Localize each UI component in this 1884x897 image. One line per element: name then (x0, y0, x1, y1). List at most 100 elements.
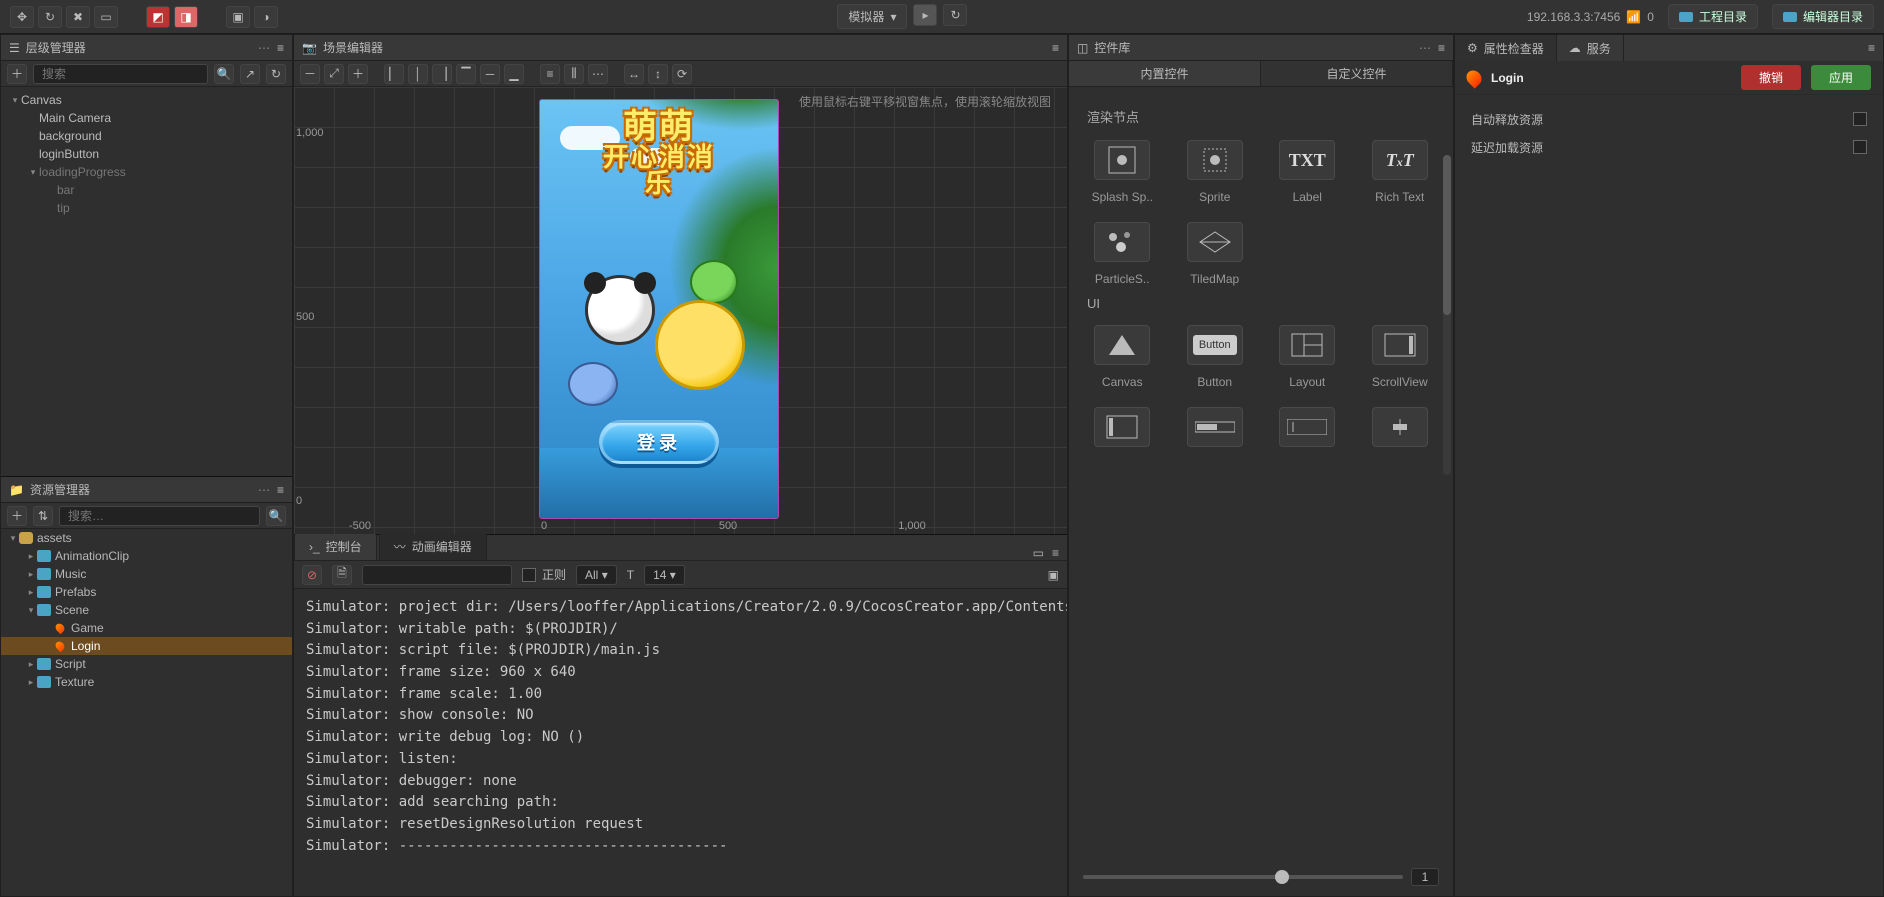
spacing-h-icon[interactable]: ↔ (624, 64, 644, 84)
panel-menu-icon[interactable]: ≡ (1052, 546, 1059, 560)
asset-item[interactable]: ▾Scene (1, 601, 292, 619)
control-item[interactable] (1176, 407, 1255, 457)
scene-canvas[interactable]: 使用鼠标右键平移视窗焦点，使用滚轮缩放视图 1,000 500 0 -500 0… (294, 87, 1067, 534)
panel-menu-icon[interactable]: ≡ (1438, 41, 1445, 55)
slider-thumb[interactable] (1275, 870, 1289, 884)
search-icon[interactable]: 🔍 (214, 64, 234, 84)
prop-lazy-load-checkbox[interactable] (1853, 140, 1867, 154)
console-output[interactable]: Simulator: project dir: /Users/looffer/A… (294, 589, 1067, 896)
expand-toggle-icon[interactable]: ▾ (25, 605, 37, 616)
tool-rect-icon[interactable]: ▭ (94, 6, 118, 28)
asset-item[interactable]: ▸Script (1, 655, 292, 673)
panel-menu-icon[interactable]: ≡ (277, 483, 284, 497)
align-top-icon[interactable]: ▔ (456, 64, 476, 84)
control-item[interactable] (1361, 407, 1440, 457)
asset-item[interactable]: ▾assets (1, 529, 292, 547)
regex-checkbox[interactable] (522, 568, 536, 582)
hierarchy-item[interactable]: bar (1, 181, 292, 199)
apply-button[interactable]: 应用 (1811, 65, 1871, 90)
font-size-select[interactable]: 14 ▾ (644, 565, 685, 585)
control-item[interactable]: TiledMap (1176, 222, 1255, 286)
add-node-button[interactable]: ＋ (7, 64, 27, 84)
tab-animation-editor[interactable]: 〰 动画编辑器 (379, 532, 487, 560)
control-item[interactable]: Splash Sp.. (1083, 140, 1162, 204)
expand-toggle-icon[interactable]: ▸ (25, 569, 37, 580)
hierarchy-search-input[interactable] (33, 64, 208, 84)
panel-menu-icon[interactable]: ⋯ (258, 41, 271, 55)
spacing-v-icon[interactable]: ↕ (648, 64, 668, 84)
device-icon-b[interactable]: ◑ (254, 6, 278, 28)
asset-item[interactable]: Login (1, 637, 292, 655)
expand-toggle-icon[interactable]: ▸ (25, 551, 37, 562)
panel-menu-icon[interactable]: ⋯ (258, 483, 271, 497)
device-icon-a[interactable]: ▣ (226, 6, 250, 28)
zoom-slider[interactable]: 1 (1083, 868, 1439, 886)
control-item[interactable] (1268, 407, 1347, 457)
open-project-dir-button[interactable]: 工程目录 (1668, 4, 1758, 29)
clear-console-button[interactable]: ⊘ (302, 565, 322, 585)
collapse-groups-icon[interactable]: ▣ (1048, 568, 1059, 582)
open-editor-dir-button[interactable]: 编辑器目录 (1772, 4, 1874, 29)
hierarchy-item[interactable]: ▾Canvas (1, 91, 292, 109)
hierarchy-tree[interactable]: ▾CanvasMain CamerabackgroundloginButton▾… (1, 87, 292, 476)
distribute-v-icon[interactable]: ⫼ (564, 64, 584, 84)
expand-toggle-icon[interactable]: ▾ (9, 95, 21, 106)
expand-toggle-icon[interactable]: ▸ (25, 659, 37, 670)
control-item[interactable]: TXTLabel (1268, 140, 1347, 204)
anchor-toggle-icon[interactable]: ◩ (146, 6, 170, 28)
console-filter-input[interactable] (362, 565, 512, 585)
collapse-icon[interactable]: ▭ (1033, 546, 1044, 560)
prop-auto-release-checkbox[interactable] (1853, 112, 1867, 126)
tab-service[interactable]: ☁ 服务 (1557, 35, 1624, 61)
expand-toggle-icon[interactable]: ▾ (27, 167, 39, 178)
game-preview[interactable]: 萌萌 开心消消乐 登录 (539, 99, 779, 519)
search-icon[interactable]: 🔍 (266, 506, 286, 526)
expand-toggle-icon[interactable]: ▸ (25, 587, 37, 598)
tab-builtin-controls[interactable]: 内置控件 (1069, 61, 1261, 86)
create-asset-button[interactable]: ＋ (7, 506, 27, 526)
search-mode-icon[interactable]: ↗ (240, 64, 260, 84)
tab-console[interactable]: ›_ 控制台 (294, 532, 377, 560)
distribute-h-icon[interactable]: ≡ (540, 64, 560, 84)
hierarchy-item[interactable]: tip (1, 199, 292, 217)
game-login-button[interactable]: 登录 (599, 420, 719, 464)
align-left-icon[interactable]: ▏ (384, 64, 404, 84)
controls-body[interactable]: 渲染节点 Splash Sp..SpriteTXTLabelTxTRich Te… (1069, 87, 1453, 896)
assets-search-input[interactable] (59, 506, 260, 526)
spacing-reset-icon[interactable]: ⟳ (672, 64, 692, 84)
control-item[interactable]: ScrollView (1361, 325, 1440, 389)
tool-move-icon[interactable]: ✥ (10, 6, 34, 28)
align-vcenter-icon[interactable]: ─ (480, 64, 500, 84)
zoom-in-icon[interactable]: ＋ (348, 64, 368, 84)
align-bottom-icon[interactable]: ▁ (504, 64, 524, 84)
revoke-button[interactable]: 撤销 (1741, 65, 1801, 90)
distribute-x-icon[interactable]: ⋯ (588, 64, 608, 84)
asset-item[interactable]: ▸Music (1, 565, 292, 583)
assets-tree[interactable]: ▾assets▸AnimationClip▸Music▸Prefabs▾Scen… (1, 529, 292, 691)
tool-rotate-icon[interactable]: ↻ (38, 6, 62, 28)
panel-menu-icon[interactable]: ⋯ (1419, 41, 1432, 55)
control-item[interactable]: Layout (1268, 325, 1347, 389)
asset-item[interactable]: Game (1, 619, 292, 637)
control-item[interactable] (1083, 407, 1162, 457)
zoom-fit-icon[interactable]: ⤢ (324, 64, 344, 84)
refresh-icon[interactable]: ↻ (266, 64, 286, 84)
control-item[interactable]: TxTRich Text (1361, 140, 1440, 204)
control-item[interactable]: ButtonButton (1176, 325, 1255, 389)
panel-menu-icon[interactable]: ≡ (277, 41, 284, 55)
hierarchy-item[interactable]: background (1, 127, 292, 145)
expand-toggle-icon[interactable]: ▸ (25, 677, 37, 688)
sort-icon[interactable]: ⇅ (33, 506, 53, 526)
control-item[interactable]: Sprite (1176, 140, 1255, 204)
asset-item[interactable]: ▸Texture (1, 673, 292, 691)
asset-item[interactable]: ▸AnimationClip (1, 547, 292, 565)
tab-inspector[interactable]: ⚙ 属性检查器 (1455, 35, 1557, 61)
panel-menu-icon[interactable]: ≡ (1868, 41, 1875, 55)
asset-item[interactable]: ▸Prefabs (1, 583, 292, 601)
hierarchy-item[interactable]: loginButton (1, 145, 292, 163)
log-level-select[interactable]: All ▾ (576, 565, 617, 585)
open-log-button[interactable]: 🗎 (332, 565, 352, 585)
local-toggle-icon[interactable]: ◨ (174, 6, 198, 28)
hierarchy-item[interactable]: ▾loadingProgress (1, 163, 292, 181)
slider-track[interactable] (1083, 875, 1403, 879)
